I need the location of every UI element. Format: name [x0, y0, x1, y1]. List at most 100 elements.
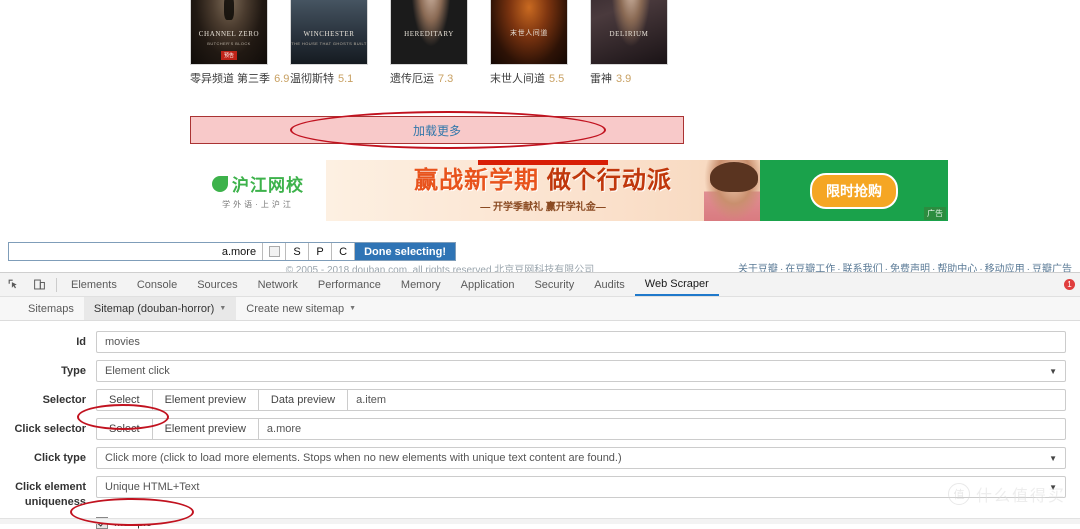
movie-poster[interactable]: HEREDITARY: [390, 0, 468, 65]
click-element-uniqueness-value: Unique HTML+Text: [105, 481, 200, 493]
movie-poster[interactable]: DELIRIUM: [590, 0, 668, 65]
type-select[interactable]: Element click ▼: [96, 360, 1066, 382]
page-copyright: © 2005 - 2018 douban.com, all rights res…: [285, 265, 595, 272]
movie-title[interactable]: 雷神: [590, 73, 612, 85]
movie-poster[interactable]: 末世人间道: [490, 0, 568, 65]
click-selector-input-group: Select Element preview a.more: [96, 418, 1066, 440]
movie-card[interactable]: WINCHESTER THE HOUSE THAT GHOSTS BUILT 温…: [290, 0, 368, 86]
footer-link[interactable]: 关于豆瓣: [738, 264, 778, 272]
movie-title[interactable]: 温彻斯特: [290, 73, 334, 85]
chevron-down-icon: ▼: [219, 305, 227, 312]
ad-headline-block: 赢战新学期 做个行动派 — 开学季献礼 赢开学礼金—: [326, 160, 764, 221]
movie-poster[interactable]: WINCHESTER THE HOUSE THAT GHOSTS BUILT: [290, 0, 368, 65]
tab-console[interactable]: Console: [127, 273, 187, 296]
click-selector-value-input[interactable]: a.more: [259, 419, 1065, 439]
movie-poster-row: CHANNEL ZERO BUTCHER'S BLOCK 预告 零异频道 第三季…: [190, 0, 810, 86]
selector-value-input[interactable]: a.item: [348, 390, 1065, 410]
selector-button-s[interactable]: S: [285, 243, 309, 260]
label-id: Id: [76, 336, 86, 348]
ad-brand-name: 沪江网校: [232, 176, 304, 195]
done-selecting-button[interactable]: Done selecting!: [354, 243, 455, 260]
movie-card[interactable]: HEREDITARY 遗传厄运 7.3: [390, 0, 468, 86]
devtools-tabbar: Elements Console Sources Network Perform…: [0, 273, 1080, 297]
poster-subtitle-text: BUTCHER'S BLOCK: [207, 41, 251, 46]
label-click-type: Click type: [34, 452, 86, 464]
inspect-element-icon[interactable]: [0, 273, 26, 296]
poster-title-text: WINCHESTER: [303, 30, 355, 38]
movie-title[interactable]: 末世人间道: [490, 73, 545, 85]
devtools-tabs: Elements Console Sources Network Perform…: [61, 273, 719, 296]
error-count-badge[interactable]: 1: [1064, 279, 1075, 290]
ad-subline: — 开学季献礼 赢开学礼金—: [480, 201, 606, 213]
movie-label: 末世人间道 5.5: [490, 70, 568, 86]
web-page-viewport: CHANNEL ZERO BUTCHER'S BLOCK 预告 零异频道 第三季…: [0, 0, 1080, 272]
menu-sitemaps-label: Sitemaps: [28, 302, 74, 315]
chevron-down-icon: ▼: [349, 305, 357, 312]
element-selector-toolbar[interactable]: a.more S P C Done selecting!: [8, 242, 456, 261]
tab-sources[interactable]: Sources: [187, 273, 247, 296]
tab-web-scraper[interactable]: Web Scraper: [634, 273, 719, 296]
ad-headline-part1: 赢战新学期: [414, 166, 540, 194]
movie-label: 遗传厄运 7.3: [390, 70, 468, 86]
poster-title-text: CHANNEL ZERO: [198, 30, 260, 38]
ad-cta-block[interactable]: 限时抢购 广告: [760, 160, 948, 221]
ad-cta-button[interactable]: 限时抢购: [810, 172, 898, 209]
page-footer-links: 关于豆瓣 · 在豆瓣工作 · 联系我们 · 免费声明 · 帮助中心 · 移动应用 · 豆瓣广告: [736, 260, 1074, 272]
selector-element-preview-button[interactable]: Element preview: [153, 390, 259, 410]
movie-label: 雷神 3.9: [590, 70, 668, 86]
footer-link[interactable]: 豆瓣广告: [1032, 264, 1072, 272]
selector-select-button[interactable]: Select: [97, 390, 153, 410]
movie-card[interactable]: CHANNEL ZERO BUTCHER'S BLOCK 预告 零异频道 第三季…: [190, 0, 289, 86]
footer-link[interactable]: 在豆瓣工作: [785, 264, 835, 272]
footer-link[interactable]: 联系我们: [843, 264, 883, 272]
tab-elements[interactable]: Elements: [61, 273, 127, 296]
selector-edit-form: Id movies Type Element click ▼ Selector …: [0, 321, 1080, 529]
tab-security[interactable]: Security: [524, 273, 584, 296]
footer-link[interactable]: 免费声明: [890, 264, 930, 272]
device-toolbar-icon[interactable]: [26, 273, 52, 296]
click-selector-element-preview-button[interactable]: Element preview: [153, 419, 259, 439]
advertisement-banner[interactable]: 沪江网校 学外语·上沪江 赢战新学期 做个行动派 — 开学季献礼 赢开学礼金— …: [190, 160, 948, 221]
type-select-value: Element click: [105, 365, 170, 377]
webscraper-menubar: Sitemaps Sitemap (douban-horror) ▼ Create…: [0, 297, 1080, 321]
ad-red-accent-bar: [478, 160, 608, 165]
selector-multi-checkbox[interactable]: [262, 243, 286, 260]
form-row-id: Id movies: [0, 331, 1066, 353]
click-type-select[interactable]: Click more (click to load more elements.…: [96, 447, 1066, 469]
menu-sitemaps[interactable]: Sitemaps: [18, 297, 84, 320]
movie-card[interactable]: DELIRIUM 雷神 3.9: [590, 0, 668, 86]
form-row-click-selector: Click selector Select Element preview a.…: [0, 418, 1066, 440]
selector-input[interactable]: a.more: [9, 243, 262, 260]
movie-rating: 6.9: [274, 73, 290, 85]
menu-current-sitemap[interactable]: Sitemap (douban-horror) ▼: [83, 297, 237, 320]
load-more-button[interactable]: 加载更多: [190, 116, 684, 144]
tab-memory[interactable]: Memory: [391, 273, 451, 296]
ad-brand-tagline: 学外语·上沪江: [222, 200, 294, 209]
movie-title[interactable]: 遗传厄运: [390, 73, 434, 85]
movie-label: 零异频道 第三季 6.9: [190, 70, 289, 86]
chevron-down-icon: ▼: [1049, 453, 1057, 463]
tab-audits[interactable]: Audits: [584, 273, 635, 296]
movie-title[interactable]: 零异频道 第三季: [190, 73, 270, 85]
selector-button-c[interactable]: C: [331, 243, 355, 260]
menu-create-new-sitemap[interactable]: Create new sitemap ▼: [236, 297, 366, 320]
click-element-uniqueness-select[interactable]: Unique HTML+Text ▼: [96, 476, 1066, 498]
movie-card[interactable]: 末世人间道 末世人间道 5.5: [490, 0, 568, 86]
label-type: Type: [61, 365, 86, 377]
tab-network[interactable]: Network: [248, 273, 308, 296]
footer-link[interactable]: 移动应用: [985, 264, 1025, 272]
selector-button-p[interactable]: P: [308, 243, 332, 260]
footer-link[interactable]: 帮助中心: [937, 264, 977, 272]
poster-badge: 预告: [220, 51, 238, 60]
movie-rating: 3.9: [616, 73, 632, 85]
ad-headline-part2: 做个行动派: [546, 166, 672, 194]
menu-current-sitemap-label: Sitemap (douban-horror): [93, 302, 215, 315]
id-input[interactable]: movies: [96, 331, 1066, 353]
tab-performance[interactable]: Performance: [308, 273, 391, 296]
menu-create-new-sitemap-label: Create new sitemap: [246, 302, 345, 315]
click-selector-select-button[interactable]: Select: [97, 419, 153, 439]
movie-rating: 5.5: [549, 73, 565, 85]
selector-data-preview-button[interactable]: Data preview: [259, 390, 349, 410]
tab-application[interactable]: Application: [451, 273, 525, 296]
movie-poster[interactable]: CHANNEL ZERO BUTCHER'S BLOCK 预告: [190, 0, 268, 65]
